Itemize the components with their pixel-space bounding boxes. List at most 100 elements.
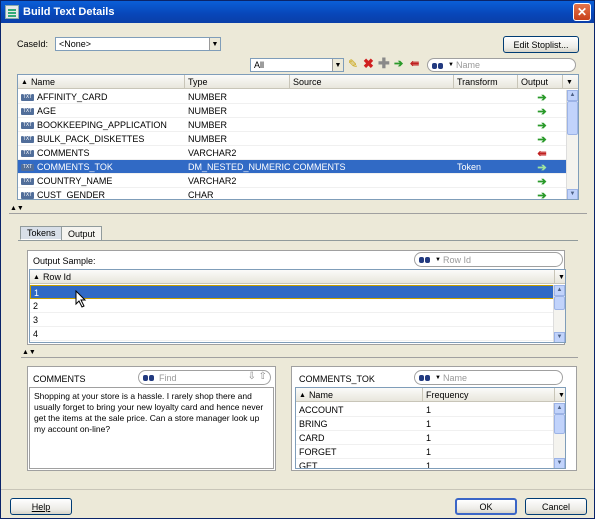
attribute-row[interactable]: TXT AGE NUMBER ➔ (18, 104, 567, 118)
find-previous-icon[interactable]: ⇧ (259, 371, 267, 382)
token-row[interactable]: BRING 1 (296, 417, 554, 431)
output-sample-scrollbar[interactable]: ▲ ▼ (553, 285, 565, 342)
filter-select[interactable]: All ▼ (250, 58, 344, 72)
token-frequency: 1 (426, 433, 432, 443)
title-bar[interactable]: Build Text Details ✕ (1, 1, 594, 23)
scroll-down-icon[interactable]: ▼ (567, 189, 578, 199)
output-toggle[interactable]: ➔ (518, 90, 563, 104)
column-menu-icon[interactable]: ▼ (555, 388, 565, 402)
find-input[interactable]: Find ⇩ ⇧ (138, 370, 271, 385)
attributes-scrollbar[interactable]: ▲ ▼ (566, 90, 578, 199)
attribute-row[interactable]: TXTCOMMENTS_TOK DM_NESTED_NUMERICALSCOMME… (18, 160, 567, 174)
attribute-row[interactable]: TXT AFFINITY_CARD NUMBER ➔ (18, 90, 567, 104)
column-header-row-id[interactable]: ▲ Row Id (30, 270, 555, 284)
output-toggle[interactable]: ➔ (518, 160, 563, 174)
token-name-search-input[interactable]: ▼ Name (414, 370, 563, 385)
attribute-transform (454, 146, 518, 160)
sample-row[interactable]: 4 (30, 327, 554, 341)
attribute-name: AFFINITY_CARD (37, 92, 108, 102)
column-header-transform[interactable]: Transform (454, 75, 518, 89)
token-name: GET (299, 461, 318, 469)
token-row[interactable]: GET 1 (296, 459, 554, 469)
ok-button[interactable]: OK (455, 498, 517, 515)
comments-text[interactable]: Shopping at your store is a hassle. I ra… (29, 387, 274, 469)
output-toggle[interactable]: ➔ (518, 104, 563, 118)
column-menu-icon[interactable]: ▼ (555, 270, 565, 284)
scroll-up-icon[interactable]: ▲ (554, 285, 565, 296)
output-toggle[interactable]: ➔ (518, 118, 563, 132)
chevron-down-icon: ▼ (209, 38, 220, 50)
help-button[interactable]: Help (10, 498, 72, 515)
attribute-row[interactable]: TXT BULK_PACK_DISKETTES NUMBER ➔ (18, 132, 567, 146)
sample-row[interactable]: 3 (30, 313, 554, 327)
scroll-down-icon[interactable]: ▼ (554, 458, 565, 468)
output-included-icon[interactable]: ➔ (537, 119, 546, 132)
text-type-icon: TXT (21, 177, 34, 185)
tokens-scrollbar[interactable]: ▲ ▼ (553, 403, 565, 468)
output-included-icon[interactable]: ➔ (537, 161, 546, 174)
output-included-icon[interactable]: ➔ (537, 91, 546, 104)
attribute-row[interactable]: TXT CUST_GENDER CHAR ➔ (18, 188, 567, 200)
output-included-icon[interactable]: ➔ (537, 175, 546, 188)
scroll-thumb[interactable] (554, 296, 565, 310)
edit-stoplist-button[interactable]: Edit Stoplist... (503, 36, 579, 53)
scroll-thumb[interactable] (567, 101, 578, 135)
token-row[interactable]: CARD 1 (296, 431, 554, 445)
text-type-icon: TXT (21, 163, 34, 171)
tab-output[interactable]: Output (61, 226, 103, 240)
caseid-select[interactable]: <None> ▼ (55, 37, 221, 51)
tab-divider (18, 240, 578, 241)
attribute-row[interactable]: TXT BOOKKEEPING_APPLICATION NUMBER ➔ (18, 118, 567, 132)
output-toggle[interactable]: ➔ (518, 132, 563, 146)
delete-icon[interactable]: ✖ (363, 56, 374, 72)
text-type-icon: TXT (21, 149, 34, 157)
sample-row[interactable]: 1 (30, 285, 554, 299)
column-header-frequency[interactable]: Frequency (423, 388, 555, 402)
row-id-search-input[interactable]: ▼ Row Id (414, 252, 563, 267)
text-type-icon: TXT (21, 191, 34, 199)
sample-row[interactable]: 2 (30, 299, 554, 313)
output-toggle[interactable]: ➔ (518, 188, 563, 200)
output-excluded-icon[interactable]: ⇚ (537, 147, 546, 160)
edit-icon[interactable]: ✎ (348, 57, 358, 71)
column-header-type[interactable]: Type (185, 75, 290, 89)
scroll-up-icon[interactable]: ▲ (567, 90, 578, 101)
name-search-input[interactable]: ▼ Name (427, 58, 576, 72)
token-row[interactable]: FORGET 1 (296, 445, 554, 459)
splitter-collapse-icon[interactable]: ▲▼ (22, 349, 36, 356)
column-header-output[interactable]: Output (518, 75, 563, 89)
token-row[interactable]: ACCOUNT 1 (296, 403, 554, 417)
column-menu-icon[interactable]: ▼ (563, 75, 578, 89)
add-icon[interactable]: ✚ (378, 55, 390, 72)
dialog-window: Build Text Details ✕ CaseId: <None> ▼ Ed… (0, 0, 595, 519)
attribute-transform: Token (457, 162, 482, 172)
tab-tokens[interactable]: Tokens (20, 226, 63, 240)
scroll-up-icon[interactable]: ▲ (554, 403, 565, 414)
column-header-source[interactable]: Source (290, 75, 454, 89)
output-toggle[interactable]: ⇚ (518, 146, 563, 160)
output-included-icon[interactable]: ➔ (537, 105, 546, 118)
find-next-icon[interactable]: ⇩ (248, 371, 256, 382)
attribute-row[interactable]: TXT COUNTRY_NAME VARCHAR2 ➔ (18, 174, 567, 188)
attribute-type: NUMBER (188, 92, 228, 102)
scroll-thumb[interactable] (554, 414, 565, 434)
column-header-name[interactable]: ▲ Name (18, 75, 185, 89)
output-included-icon[interactable]: ➔ (537, 133, 546, 146)
tokens-table: ▲ Name Frequency ▼ ACCOUNT 1 BRING 1 CARD 1 FOR… (295, 387, 566, 469)
splitter-collapse-icon[interactable]: ▲▼ (10, 205, 24, 212)
attribute-row[interactable]: TXT COMMENTS VARCHAR2 ⇚ (18, 146, 567, 160)
cancel-button[interactable]: Cancel (525, 498, 587, 515)
attribute-name: BOOKKEEPING_APPLICATION (37, 120, 167, 130)
output-off-icon[interactable]: ⇚ (410, 57, 419, 70)
attribute-transform (454, 104, 518, 118)
output-on-icon[interactable]: ➔ (394, 57, 403, 70)
text-type-icon: TXT (21, 135, 34, 143)
scroll-down-icon[interactable]: ▼ (554, 332, 565, 342)
column-header-token-name[interactable]: ▲ Name (296, 388, 423, 402)
close-button[interactable]: ✕ (573, 3, 591, 21)
attributes-header: ▲ Name Type Source Transform Output ▼ (18, 75, 578, 89)
output-included-icon[interactable]: ➔ (537, 189, 546, 200)
tokens-header: ▲ Name Frequency ▼ (296, 388, 565, 402)
tokens-label: COMMENTS_TOK (299, 374, 375, 384)
output-toggle[interactable]: ➔ (518, 174, 563, 188)
